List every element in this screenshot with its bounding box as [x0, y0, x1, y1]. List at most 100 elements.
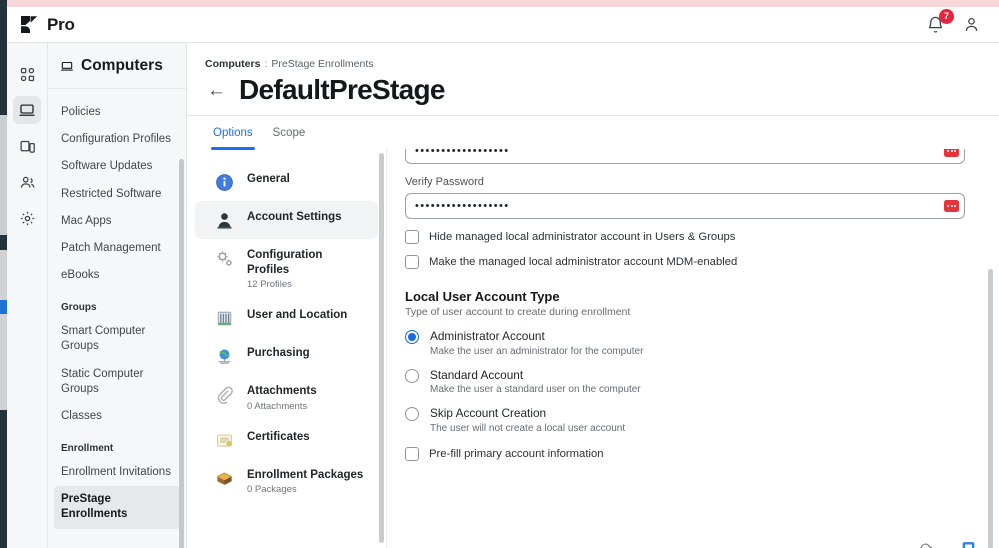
options-menu-scrollbar[interactable] [379, 153, 384, 543]
page-title: DefaultPreStage [239, 74, 445, 105]
option-certificates[interactable]: Certificates [195, 421, 378, 459]
breadcrumb-root[interactable]: Computers [205, 58, 260, 70]
app-root: Pro 7 Computers Policies Configuration P… [0, 0, 999, 548]
hide-admin-account-checkbox[interactable] [405, 230, 419, 244]
local-user-account-type-heading: Local User Account Type [405, 289, 560, 304]
verify-password-field-group: Verify Password •••••••••••••••••• [405, 176, 965, 219]
sidebar-section-groups: Groups [61, 302, 97, 314]
tab-scope[interactable]: Scope [273, 116, 306, 149]
tab-bar: Options Scope [187, 115, 999, 150]
password-manager-icon[interactable] [944, 149, 959, 157]
options-menu: General Account Settings Configuration P… [187, 149, 387, 548]
breadcrumb-leaf[interactable]: PreStage Enrollments [271, 58, 373, 70]
globe-icon [215, 347, 234, 366]
mdm-enabled-checkbox-row[interactable]: Make the managed local administrator acc… [405, 255, 965, 269]
header-actions: 7 [926, 8, 981, 35]
prefill-primary-account-checkbox[interactable] [405, 447, 419, 462]
devices-icon[interactable] [13, 132, 41, 160]
paperclip-icon [215, 385, 234, 405]
page-title-row: ← DefaultPreStage [187, 72, 999, 115]
verify-password-label: Verify Password [405, 176, 484, 188]
skip-account-creation-desc: The user will not create a local user ac… [430, 423, 626, 435]
building-icon [215, 309, 234, 328]
breadcrumb-separator: : [264, 58, 268, 70]
verify-password-input-value: •••••••••••••••••• [415, 200, 510, 212]
option-enrollment-packages[interactable]: Enrollment Packages 0 Packages [195, 459, 378, 504]
sidebar-item-patch-management[interactable]: Patch Management [48, 235, 186, 262]
tab-options[interactable]: Options [211, 116, 255, 150]
verify-password-input[interactable]: •••••••••••••••••• [405, 193, 965, 219]
settings-gear-icon[interactable] [13, 204, 41, 232]
skip-account-creation-title: Skip Account Creation [430, 406, 547, 421]
cloud-icon[interactable] [917, 541, 933, 548]
prefill-primary-account-label: Pre-fill primary account information [429, 448, 604, 461]
computers-icon[interactable] [13, 96, 41, 124]
option-account-settings[interactable]: Account Settings [195, 201, 378, 239]
password-input-value: •••••••••••••••••• [415, 149, 510, 157]
primary-icon-rail [7, 43, 48, 548]
sidebar-item-list: Policies Configuration Profiles Software… [48, 89, 186, 548]
skip-account-creation-radio[interactable] [405, 407, 419, 422]
sidebar-item-ebooks[interactable]: eBooks [48, 262, 186, 289]
option-general-label: General [247, 173, 290, 185]
option-enrollment-packages-label: Enrollment Packages [247, 468, 364, 481]
radio-skip-account-creation[interactable]: Skip Account Creation The user will not … [405, 406, 965, 434]
options-body: General Account Settings Configuration P… [187, 149, 999, 548]
sidebar-item-configuration-profiles[interactable]: Configuration Profiles [48, 126, 186, 153]
sidebar-item-prestage-enrollments[interactable]: PreStage Enrollments [54, 486, 180, 529]
option-configuration-profiles-sub: 12 Profiles [247, 279, 292, 291]
person-bust-icon [215, 211, 234, 230]
mdm-enabled-checkbox[interactable] [405, 255, 419, 269]
package-box-icon [215, 469, 234, 488]
info-circle-icon [215, 173, 234, 192]
app-header: Pro 7 [7, 7, 999, 43]
users-icon[interactable] [13, 168, 41, 196]
mdm-enabled-label: Make the managed local administrator acc… [429, 256, 738, 268]
hide-admin-account-checkbox-row[interactable]: Hide managed local administrator account… [405, 230, 965, 244]
certificate-icon [215, 431, 234, 450]
sidebar-item-classes[interactable]: Classes [48, 403, 186, 430]
sidebar-title-label: Computers [81, 57, 163, 74]
option-general[interactable]: General [195, 163, 378, 201]
radio-administrator-account[interactable]: Administrator Account Make the user an a… [405, 329, 965, 357]
form-scrollbar[interactable] [988, 269, 993, 548]
prefill-primary-account-row[interactable]: Pre-fill primary account information [405, 447, 965, 462]
password-field-group: •••••••••••••••••• [405, 149, 965, 164]
gears-icon [215, 249, 234, 268]
background-window-selection [0, 300, 7, 314]
user-avatar-icon[interactable] [962, 15, 981, 34]
sidebar-item-policies[interactable]: Policies [48, 99, 186, 126]
brand-logo[interactable]: Pro [19, 14, 75, 35]
administrator-account-radio[interactable] [405, 330, 419, 344]
sidebar-scrollbar[interactable] [179, 159, 184, 548]
background-window-pane-upper [0, 115, 7, 235]
back-arrow-icon[interactable]: ← [207, 81, 226, 100]
sidebar-item-enrollment-invitations[interactable]: Enrollment Invitations [48, 459, 186, 486]
option-attachments[interactable]: Attachments 0 Attachments [195, 375, 378, 420]
sidebar-item-smart-computer-groups[interactable]: Smart Computer Groups [48, 318, 186, 360]
option-attachments-label: Attachments [247, 385, 317, 398]
blue-app-icon[interactable] [961, 541, 977, 548]
sidebar-item-restricted-software[interactable]: Restricted Software [48, 181, 186, 208]
standard-account-radio[interactable] [405, 368, 419, 383]
standard-account-title: Standard Account [430, 367, 524, 382]
sidebar-item-mac-apps[interactable]: Mac Apps [48, 208, 186, 235]
sidebar-section-enrollment: Enrollment [61, 443, 114, 455]
sidebar-item-software-updates[interactable]: Software Updates [48, 153, 186, 180]
top-alert-strip [7, 0, 999, 7]
radio-standard-account[interactable]: Standard Account Make the user a standar… [405, 367, 965, 395]
option-attachments-sub: 0 Attachments [247, 400, 308, 412]
password-manager-icon[interactable] [944, 200, 959, 212]
option-configuration-profiles-label: Configuration Profiles [247, 249, 323, 277]
dashboard-icon[interactable] [13, 60, 41, 88]
background-window-pane-lower [0, 250, 7, 410]
notifications-button[interactable]: 7 [926, 8, 954, 35]
sidebar-item-static-computer-groups[interactable]: Static Computer Groups [48, 361, 186, 403]
main-content: Computers: PreStage Enrollments ← Default… [187, 43, 999, 548]
option-configuration-profiles[interactable]: Configuration Profiles 12 Profiles [195, 239, 378, 299]
password-input[interactable]: •••••••••••••••••• [405, 149, 965, 164]
option-user-and-location-label: User and Location [247, 309, 348, 322]
breadcrumb: Computers: PreStage Enrollments [187, 43, 999, 72]
option-user-and-location[interactable]: User and Location [195, 299, 378, 337]
option-purchasing[interactable]: Purchasing [195, 337, 378, 375]
